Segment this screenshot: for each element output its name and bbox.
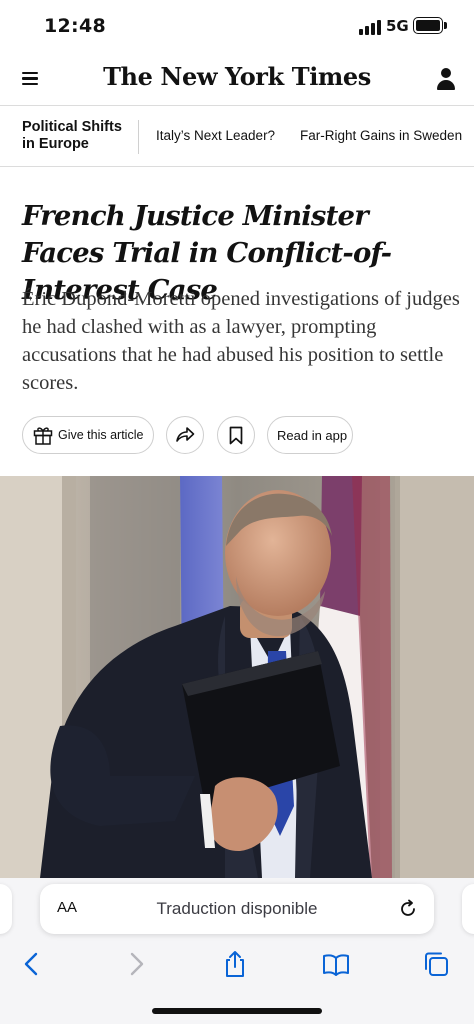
read-in-app-button[interactable]: Read in app <box>267 416 353 454</box>
battery-icon <box>413 17 443 34</box>
read-in-app-label: Read in app <box>277 428 348 443</box>
account-icon[interactable] <box>436 68 456 90</box>
nav-divider <box>138 120 139 154</box>
home-indicator <box>152 1008 322 1014</box>
give-article-button[interactable]: Give this article <box>22 416 154 454</box>
bookmarks-icon <box>323 954 349 976</box>
share-arrow-icon <box>176 427 195 442</box>
forward-icon <box>130 952 144 976</box>
tabs-icon <box>425 952 448 976</box>
address-bar[interactable]: AA Traduction disponible <box>40 884 434 934</box>
next-tab-preview[interactable] <box>462 884 474 934</box>
bookmarks-button[interactable] <box>318 946 354 982</box>
network-type: 5G <box>386 17 409 35</box>
site-header: The New York Times <box>0 52 474 106</box>
section-title[interactable]: Political Shifts in Europe <box>22 119 134 153</box>
battery-cap <box>444 22 447 29</box>
share-icon <box>226 951 244 977</box>
back-button[interactable] <box>14 946 50 982</box>
reload-icon[interactable] <box>398 899 418 919</box>
article-photo <box>0 476 474 878</box>
forward-button[interactable] <box>118 946 154 982</box>
gift-icon <box>33 427 53 445</box>
translation-available-text[interactable]: Traduction disponible <box>40 899 434 919</box>
article-summary: Éric Dupond-Moretti opened investigation… <box>22 288 460 394</box>
cellular-signal-icon <box>359 19 383 35</box>
save-button[interactable] <box>217 416 255 454</box>
previous-tab-preview[interactable] <box>0 884 12 934</box>
nav-link-italy[interactable]: Italy’s Next Leader? <box>156 128 275 143</box>
share-button[interactable] <box>166 416 204 454</box>
status-time: 12:48 <box>44 15 106 37</box>
give-article-label: Give this article <box>58 428 144 442</box>
masthead-logo[interactable]: The New York Times <box>0 62 474 91</box>
status-bar: 12:48 5G <box>0 0 474 52</box>
share-page-button[interactable] <box>217 946 253 982</box>
back-icon <box>24 952 38 976</box>
article-photo-illustration <box>0 476 474 878</box>
tabs-button[interactable] <box>418 946 454 982</box>
nav-link-sweden[interactable]: Far-Right Gains in Sweden <box>300 128 462 143</box>
section-nav: Political Shifts in Europe Italy’s Next … <box>0 106 474 167</box>
bookmark-icon <box>229 426 243 445</box>
